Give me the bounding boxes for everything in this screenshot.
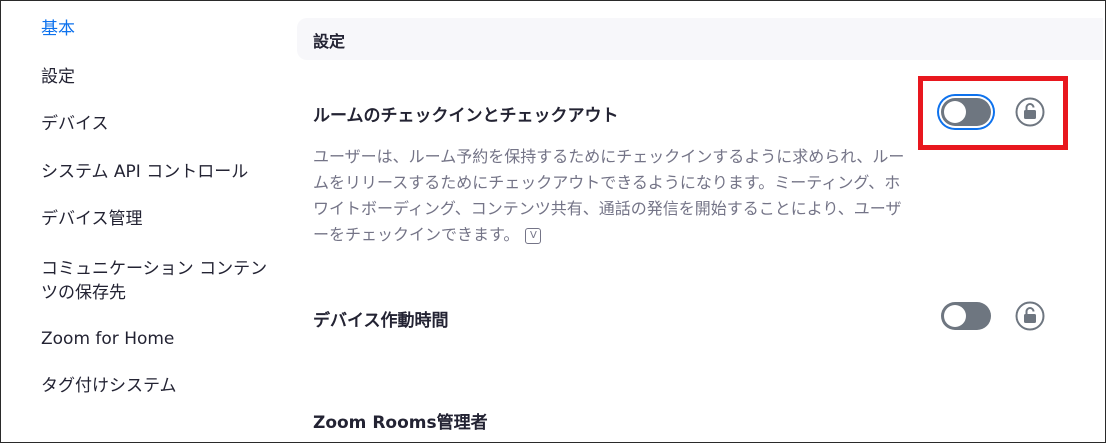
sidebar-item-devices[interactable]: デバイス — [41, 112, 109, 136]
section-title: 設定 — [313, 32, 346, 51]
info-icon[interactable]: V — [525, 227, 542, 244]
sidebar-item-tagging-system[interactable]: タグ付けシステム — [41, 374, 177, 398]
section-header: 設定 — [297, 18, 1103, 60]
sidebar-item-settings[interactable]: 設定 — [41, 65, 75, 89]
sidebar-item-basic[interactable]: 基本 — [41, 17, 75, 41]
sidebar-item-zoom-for-home[interactable]: Zoom for Home — [41, 327, 174, 351]
sidebar: 基本 設定 デバイス システム API コントロール デバイス管理 コミュニケー… — [0, 0, 290, 443]
toggle-knob — [944, 305, 966, 327]
highlight-box — [918, 76, 1068, 150]
checkin-checkout-description: ユーザーは、ルーム予約を保持するためにチェックインするように求められ、ルームをリ… — [313, 144, 913, 248]
checkin-checkout-title: ルームのチェックインとチェックアウト — [313, 106, 619, 126]
zoom-rooms-admin-title: Zoom Rooms管理者 — [313, 413, 488, 433]
sidebar-item-content-storage[interactable]: コミュニケーション コンテンツの保存先 — [41, 257, 281, 305]
checkin-checkout-description-text: ユーザーは、ルーム予約を保持するためにチェックインするように求められ、ルームをリ… — [313, 147, 905, 244]
unlock-icon[interactable] — [1015, 301, 1045, 331]
device-uptime-title: デバイス作動時間 — [313, 311, 449, 331]
device-uptime-toggle[interactable] — [941, 302, 991, 330]
sidebar-item-system-api[interactable]: システム API コントロール — [41, 160, 248, 184]
sidebar-item-device-management[interactable]: デバイス管理 — [41, 207, 143, 231]
